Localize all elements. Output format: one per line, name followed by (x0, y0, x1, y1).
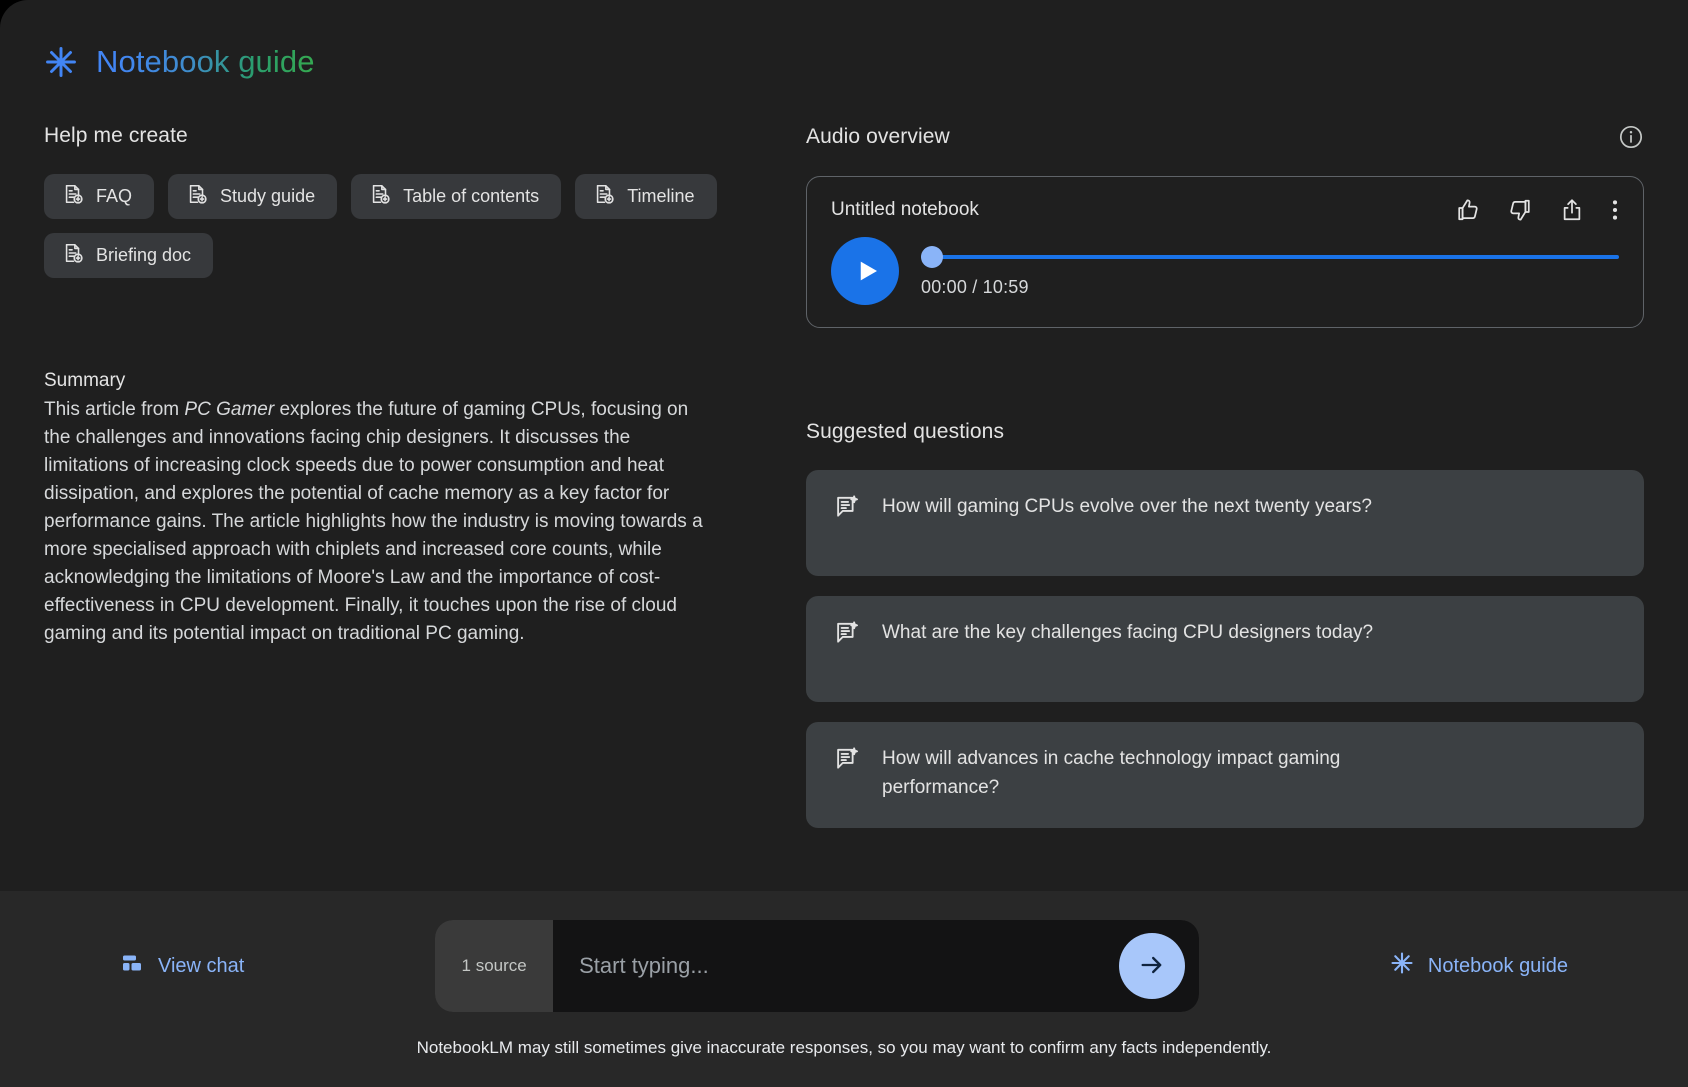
audio-progress-thumb[interactable] (921, 245, 943, 268)
chat-composer: 1 source (435, 920, 1200, 1012)
chat-sparkle-icon (834, 744, 860, 777)
summary-source-name: PC Gamer (184, 399, 275, 420)
asterisk-spark-icon (1390, 951, 1414, 981)
create-chip-label: Study guide (220, 186, 316, 206)
create-chip-label: FAQ (96, 186, 133, 206)
document-add-icon (62, 183, 84, 210)
create-chip-label: Timeline (627, 186, 695, 206)
chat-input-zone (553, 920, 1200, 1012)
suggested-question-text: How will gaming CPUs evolve over the nex… (882, 496, 1372, 517)
view-chat-label: View chat (158, 954, 245, 977)
page-title: Notebook guide (96, 44, 315, 79)
document-add-icon (62, 242, 84, 269)
notebook-guide-button[interactable]: Notebook guide (1390, 951, 1568, 981)
help-me-create-title: Help me create (44, 124, 188, 147)
suggested-questions-section: Suggested questions How will gaming CPUs… (806, 420, 1644, 828)
audio-player: 00:00 / 10:59 (831, 237, 1619, 305)
create-chip-study-guide[interactable]: Study guide (168, 174, 338, 219)
create-chip-row: FAQ Study guide Table of contents Timeli… (44, 174, 766, 278)
suggested-question-text: How will advances in cache technology im… (882, 748, 1341, 798)
create-chip-label: Briefing doc (96, 245, 192, 265)
summary-text-before: This article from (44, 399, 185, 420)
info-circle-icon[interactable] (1618, 124, 1644, 150)
chat-sparkle-icon (834, 492, 860, 525)
notebook-guide-page: Notebook guide Help me create FAQ Study … (0, 0, 1688, 1087)
audio-overview-title: Audio overview (806, 125, 950, 148)
create-chip-timeline[interactable]: Timeline (575, 174, 717, 219)
more-vertical-icon[interactable] (1611, 197, 1619, 223)
summary-section: Summary This article from PC Gamer explo… (44, 370, 766, 648)
suggested-question-card[interactable]: How will gaming CPUs evolve over the nex… (806, 470, 1644, 576)
audio-card-top-row: Untitled notebook (831, 197, 1619, 223)
audio-overview-header: Audio overview (806, 124, 1644, 150)
document-add-icon (186, 183, 208, 210)
create-chip-label: Table of contents (403, 186, 540, 206)
audio-notebook-name: Untitled notebook (831, 199, 979, 220)
summary-text: This article from PC Gamer explores the … (44, 396, 716, 648)
thumb-down-icon[interactable] (1507, 197, 1533, 223)
chat-sparkle-icon (834, 618, 860, 651)
create-chip-briefing-doc[interactable]: Briefing doc (44, 233, 214, 278)
document-add-icon (369, 183, 391, 210)
arrow-right-icon (1138, 951, 1166, 982)
audio-overview-card: Untitled notebook 00:00 / 10:59 (806, 176, 1644, 328)
suggested-question-text: What are the key challenges facing CPU d… (882, 622, 1374, 643)
source-count-pill[interactable]: 1 source (435, 920, 554, 1012)
thumb-up-icon[interactable] (1455, 197, 1481, 223)
create-chip-faq[interactable]: FAQ (44, 174, 155, 219)
share-icon[interactable] (1559, 197, 1585, 223)
asterisk-spark-icon (44, 45, 78, 79)
send-button[interactable] (1119, 933, 1186, 999)
page-header: Notebook guide (0, 0, 1688, 80)
suggested-question-card[interactable]: What are the key challenges facing CPU d… (806, 596, 1644, 702)
audio-progress-track (921, 254, 1619, 259)
chat-input[interactable] (579, 953, 1120, 979)
notebook-guide-label: Notebook guide (1427, 954, 1568, 977)
document-add-icon (593, 183, 615, 210)
main-content: Help me create FAQ Study guide Table of … (0, 80, 1688, 891)
disclaimer-text: NotebookLM may still sometimes give inac… (416, 1038, 1272, 1057)
left-column: Help me create FAQ Study guide Table of … (44, 124, 766, 891)
view-chat-button[interactable]: View chat (120, 951, 244, 981)
audio-track-area: 00:00 / 10:59 (921, 245, 1619, 298)
suggested-question-card[interactable]: How will advances in cache technology im… (806, 722, 1644, 828)
summary-title: Summary (44, 370, 126, 391)
right-column: Audio overview Untitled notebook 00:00 /… (806, 124, 1644, 891)
summary-text-after: explores the future of gaming CPUs, focu… (44, 399, 703, 644)
audio-action-group (1455, 197, 1619, 223)
create-chip-table-of-contents[interactable]: Table of contents (351, 174, 562, 219)
play-button[interactable] (831, 237, 899, 305)
chat-bubble-icon (120, 951, 144, 981)
audio-progress-slider[interactable] (921, 245, 1619, 268)
bottom-bar: View chat 1 source Start typing... Noteb… (0, 891, 1688, 1087)
audio-time-display: 00:00 / 10:59 (921, 276, 1029, 297)
suggested-questions-title: Suggested questions (806, 420, 1005, 443)
bottom-bar-row: View chat 1 source Start typing... Noteb… (0, 920, 1688, 1012)
